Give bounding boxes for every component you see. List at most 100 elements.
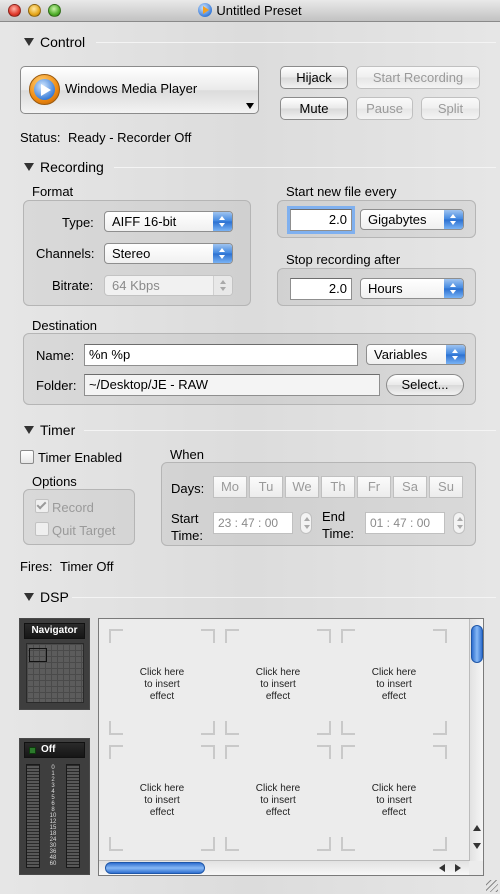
- disclosure-triangle-icon[interactable]: [24, 38, 34, 46]
- effect-slot-line: to insert: [260, 795, 296, 806]
- divider: [84, 430, 496, 431]
- effect-slot-text: Click here to insert effect: [341, 783, 447, 819]
- dsp-section-header[interactable]: DSP: [24, 589, 69, 605]
- effect-slot-line: to insert: [260, 679, 296, 690]
- when-label: When: [170, 447, 204, 462]
- effects-grid[interactable]: Click here to insert effect Click here to in…: [98, 618, 484, 876]
- pause-button[interactable]: Pause: [356, 97, 413, 120]
- divider: [72, 597, 496, 598]
- day-th[interactable]: Th: [321, 476, 355, 498]
- start-time-field[interactable]: 23 : 47 : 00: [213, 512, 293, 534]
- resize-grip-icon[interactable]: [486, 880, 498, 892]
- folder-path: ~/Desktop/JE - RAW: [84, 374, 380, 396]
- slot-corner: [109, 721, 123, 735]
- record-checkbox[interactable]: [35, 499, 49, 513]
- day-we[interactable]: We: [285, 476, 319, 498]
- bitrate-popup[interactable]: 64 Kbps: [104, 275, 233, 296]
- effect-slot-line: effect: [149, 807, 175, 818]
- effect-slot[interactable]: Click here to insert effect: [109, 629, 215, 735]
- day-tu[interactable]: Tu: [249, 476, 283, 498]
- start-recording-button[interactable]: Start Recording: [356, 66, 480, 89]
- day-mo[interactable]: Mo: [213, 476, 247, 498]
- slot-corner: [201, 721, 215, 735]
- status-label: Status:: [20, 130, 61, 145]
- start-new-file-value[interactable]: 2.0: [290, 209, 352, 231]
- type-popup[interactable]: AIFF 16-bit: [104, 211, 233, 232]
- hijack-button[interactable]: Hijack: [280, 66, 348, 89]
- fires-value: Timer Off: [60, 559, 114, 574]
- slot-corner: [201, 629, 215, 643]
- slot-corner: [317, 745, 331, 759]
- timer-section-header[interactable]: Timer: [24, 422, 75, 438]
- source-popup[interactable]: Windows Media Player: [20, 66, 259, 114]
- slot-corner: [317, 721, 331, 735]
- slot-corner: [109, 629, 123, 643]
- start-new-file-label: Start new file every: [286, 184, 397, 199]
- split-button[interactable]: Split: [421, 97, 480, 120]
- quit-target-checkbox[interactable]: [35, 522, 49, 536]
- effect-slot-line: Click here: [371, 783, 417, 794]
- navigator-grid[interactable]: [26, 643, 84, 703]
- scroll-up-arrow-icon[interactable]: [473, 825, 481, 831]
- slot-corner: [109, 837, 123, 851]
- type-label: Type:: [62, 215, 94, 230]
- disclosure-triangle-icon[interactable]: [24, 593, 34, 601]
- horizontal-scrollbar[interactable]: [99, 860, 469, 875]
- scroll-right-arrow-icon[interactable]: [455, 864, 461, 872]
- scroll-down-arrow-icon[interactable]: [473, 843, 481, 849]
- effect-slot-line: Click here: [139, 783, 185, 794]
- control-section-header[interactable]: Control: [24, 34, 85, 50]
- vertical-scrollbar[interactable]: [469, 619, 483, 861]
- meter-toggle[interactable]: Off: [24, 742, 85, 758]
- effect-slot[interactable]: Click here to insert effect: [341, 629, 447, 735]
- end-time-field[interactable]: 01 : 47 : 00: [365, 512, 445, 534]
- slot-corner: [341, 721, 355, 735]
- meter-led-icon: [29, 747, 36, 754]
- effect-slot[interactable]: Click here to insert effect: [225, 745, 331, 851]
- slot-corner: [201, 745, 215, 759]
- horizontal-scroll-thumb[interactable]: [105, 862, 205, 874]
- day-fr[interactable]: Fr: [357, 476, 391, 498]
- scroll-left-arrow-icon[interactable]: [439, 864, 445, 872]
- start-time-stepper[interactable]: [300, 512, 312, 534]
- effect-slot-text: Click here to insert effect: [341, 667, 447, 703]
- effect-slot-line: Click here: [139, 667, 185, 678]
- vertical-scroll-thumb[interactable]: [471, 625, 483, 663]
- down-arrow-icon: [446, 345, 465, 364]
- mute-button[interactable]: Mute: [280, 97, 348, 120]
- recording-section-header[interactable]: Recording: [24, 159, 104, 175]
- fires-label: Fires:: [20, 559, 53, 574]
- start-time-label-1: Start: [171, 511, 199, 526]
- select-folder-button[interactable]: Select...: [386, 374, 464, 396]
- end-time-stepper[interactable]: [453, 512, 465, 534]
- slot-corner: [433, 629, 447, 643]
- disclosure-triangle-icon[interactable]: [24, 426, 34, 434]
- slot-corner: [341, 629, 355, 643]
- start-new-file-unit-popup[interactable]: Gigabytes: [360, 209, 464, 230]
- navigator-panel[interactable]: Navigator: [19, 618, 90, 710]
- slot-corner: [317, 629, 331, 643]
- up-down-arrows-icon: [213, 212, 232, 231]
- channels-popup[interactable]: Stereo: [104, 243, 233, 264]
- left-meter: [26, 764, 40, 868]
- slot-corner: [225, 629, 239, 643]
- stop-recording-value[interactable]: 2.0: [290, 278, 352, 300]
- disclosure-triangle-icon[interactable]: [24, 163, 34, 171]
- meter-scale: 0 1 2 3 4 5 6 8 10 12 15 18 24 30 36 48 60: [42, 765, 64, 867]
- effect-slot[interactable]: Click here to insert effect: [225, 629, 331, 735]
- day-su[interactable]: Su: [429, 476, 463, 498]
- variables-popup[interactable]: Variables: [366, 344, 466, 365]
- slot-corner: [225, 837, 239, 851]
- name-label: Name:: [36, 348, 75, 363]
- effect-slot[interactable]: Click here to insert effect: [341, 745, 447, 851]
- options-label: Options: [32, 474, 77, 489]
- timer-enabled-checkbox[interactable]: [20, 450, 34, 464]
- effect-slot[interactable]: Click here to insert effect: [109, 745, 215, 851]
- checkmark-icon: [36, 499, 47, 510]
- stop-recording-unit-popup[interactable]: Hours: [360, 278, 464, 299]
- day-sa[interactable]: Sa: [393, 476, 427, 498]
- navigator-viewport[interactable]: [29, 648, 47, 662]
- slot-corner: [433, 721, 447, 735]
- effect-slots: Click here to insert effect Click here to in…: [99, 619, 469, 859]
- name-field[interactable]: %n %p: [84, 344, 358, 366]
